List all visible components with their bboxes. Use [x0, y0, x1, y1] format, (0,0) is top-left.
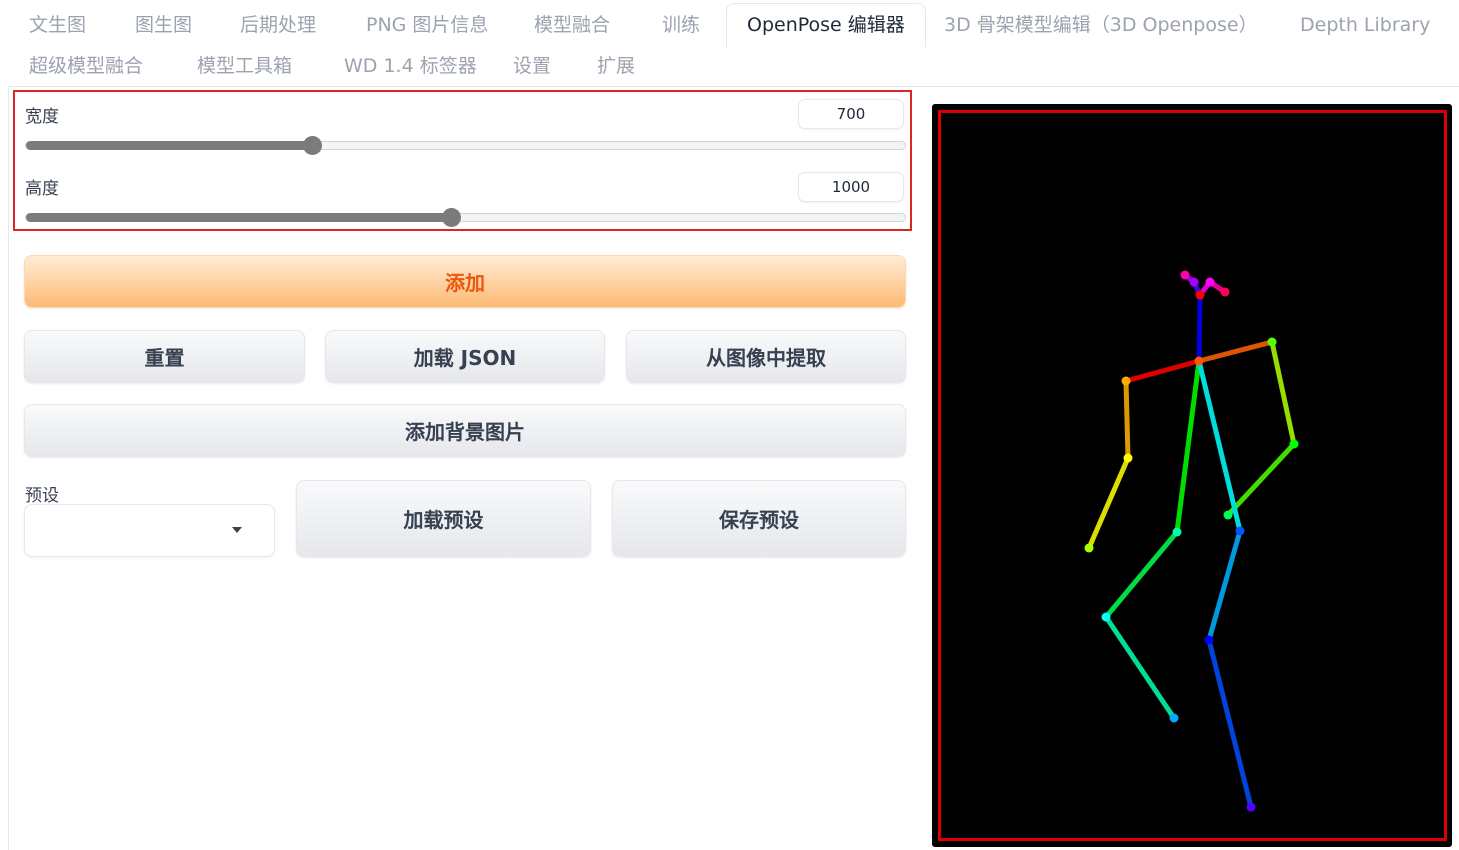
- tab-model-toolkit[interactable]: 模型工具箱: [197, 54, 292, 78]
- tab-img2img[interactable]: 图生图: [135, 13, 192, 37]
- tab-extensions[interactable]: 扩展: [597, 54, 635, 78]
- tab-train[interactable]: 训练: [662, 13, 700, 37]
- add-background-image-button[interactable]: 添加背景图片: [24, 404, 906, 457]
- tab-extras[interactable]: 后期处理: [240, 13, 316, 37]
- tab-bar: 文生图 图生图 后期处理 PNG 图片信息 模型融合 训练 OpenPose 编…: [8, 0, 1459, 87]
- pose-canvas-border: [938, 110, 1447, 841]
- width-slider-fill: [26, 141, 314, 150]
- preset-label: 预设: [25, 486, 59, 506]
- height-label: 高度: [25, 179, 59, 199]
- preset-dropdown[interactable]: [24, 504, 275, 557]
- tab-openpose-editor[interactable]: OpenPose 编辑器: [726, 3, 926, 48]
- extract-from-image-button[interactable]: 从图像中提取: [626, 330, 906, 383]
- height-slider[interactable]: [25, 208, 906, 227]
- width-slider[interactable]: [25, 136, 906, 155]
- height-slider-fill: [26, 213, 453, 222]
- tab-png-info[interactable]: PNG 图片信息: [366, 13, 488, 37]
- tab-depth-library[interactable]: Depth Library: [1300, 13, 1430, 37]
- tab-model-merge[interactable]: 模型融合: [534, 13, 610, 37]
- reset-button[interactable]: 重置: [24, 330, 305, 383]
- save-preset-button[interactable]: 保存预设: [612, 480, 906, 557]
- tab-txt2img[interactable]: 文生图: [29, 13, 86, 37]
- tab-3d-openpose[interactable]: 3D 骨架模型编辑（3D Openpose）: [944, 13, 1258, 37]
- canvas-size-panel: [13, 90, 912, 231]
- load-json-button[interactable]: 加载 JSON: [325, 330, 605, 383]
- height-number-input[interactable]: 1000: [798, 172, 904, 202]
- chevron-down-icon: [232, 527, 242, 533]
- tab-settings[interactable]: 设置: [513, 54, 551, 78]
- add-button[interactable]: 添加: [24, 255, 906, 308]
- load-preset-button[interactable]: 加载预设: [296, 480, 591, 557]
- width-number-input[interactable]: 700: [798, 99, 904, 129]
- tab-wd14-tagger[interactable]: WD 1.4 标签器: [344, 54, 477, 78]
- tab-super-merger[interactable]: 超级模型融合: [29, 54, 143, 78]
- panel-left-edge: [8, 86, 9, 850]
- width-label: 宽度: [25, 107, 59, 127]
